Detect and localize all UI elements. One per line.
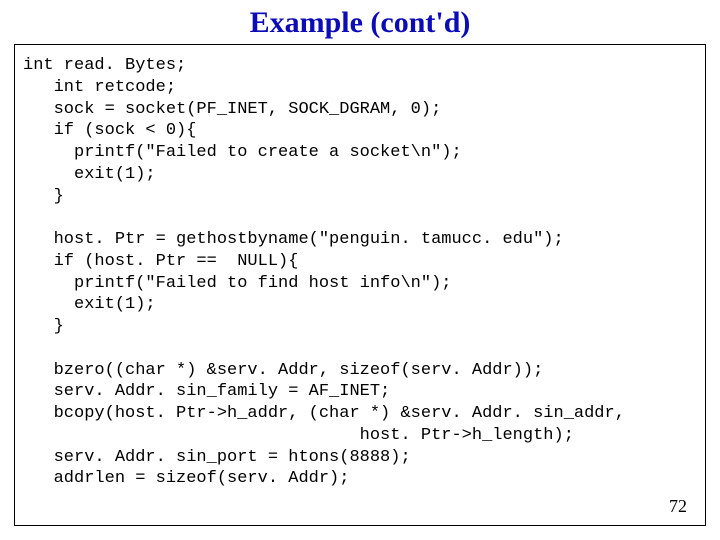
code-block: int read. Bytes; int retcode; sock = soc… — [23, 55, 697, 490]
slide: Example (cont'd) int read. Bytes; int re… — [0, 0, 720, 540]
page-number: 72 — [669, 496, 687, 517]
code-box: int read. Bytes; int retcode; sock = soc… — [14, 44, 706, 526]
slide-title: Example (cont'd) — [0, 0, 720, 44]
